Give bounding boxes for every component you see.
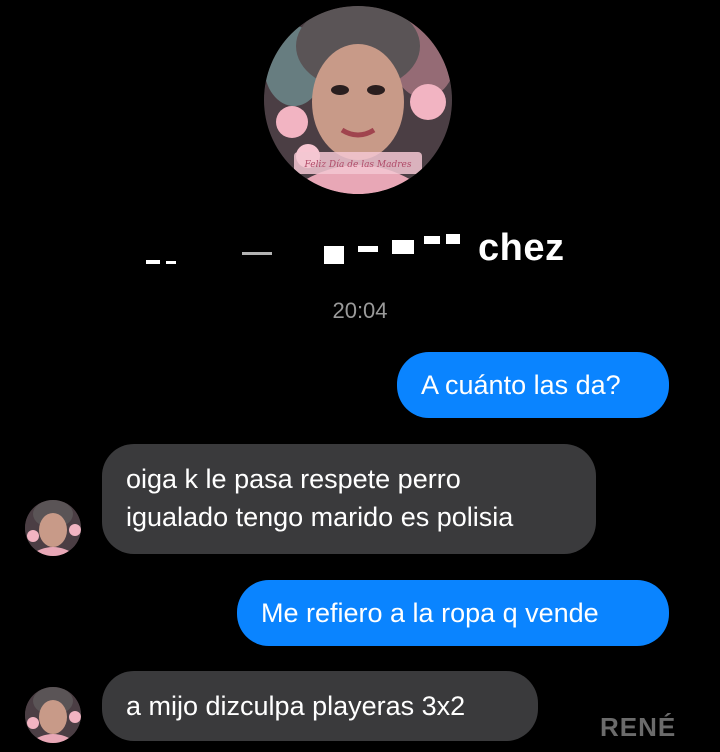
watermark: RENÉ — [600, 712, 677, 742]
message-text-line-2: igualado tengo marido es polisia — [126, 502, 514, 532]
sent-message-bubble[interactable]: A cuánto las da? — [397, 352, 669, 418]
avatar-caption: Feliz Día de las Madres — [303, 159, 411, 170]
sender-photo — [25, 500, 81, 556]
message-timestamp: 20:04 — [332, 298, 388, 323]
received-message-bubble[interactable]: oiga k le pasa respete perro igualado te… — [102, 444, 596, 554]
contact-avatar[interactable]: Feliz Día de las Madres — [264, 6, 452, 194]
message-text: Me refiero a la ropa q vende — [261, 598, 599, 628]
message-text: a mijo dizculpa playeras 3x2 — [126, 691, 466, 721]
received-message-bubble[interactable]: a mijo dizculpa playeras 3x2 — [102, 671, 538, 741]
contact-photo: Feliz Día de las Madres — [264, 6, 452, 194]
contact-name[interactable]: chez — [0, 226, 720, 270]
sender-photo — [25, 687, 81, 743]
redaction-marks — [146, 234, 460, 264]
message-text: A cuánto las da? — [421, 370, 621, 400]
contact-name-text: chez — [478, 227, 565, 269]
sent-message-bubble[interactable]: Me refiero a la ropa q vende — [237, 580, 669, 646]
sender-avatar[interactable] — [25, 500, 81, 556]
sender-avatar[interactable] — [25, 687, 81, 743]
message-text-line-1: oiga k le pasa respete perro — [126, 464, 461, 494]
